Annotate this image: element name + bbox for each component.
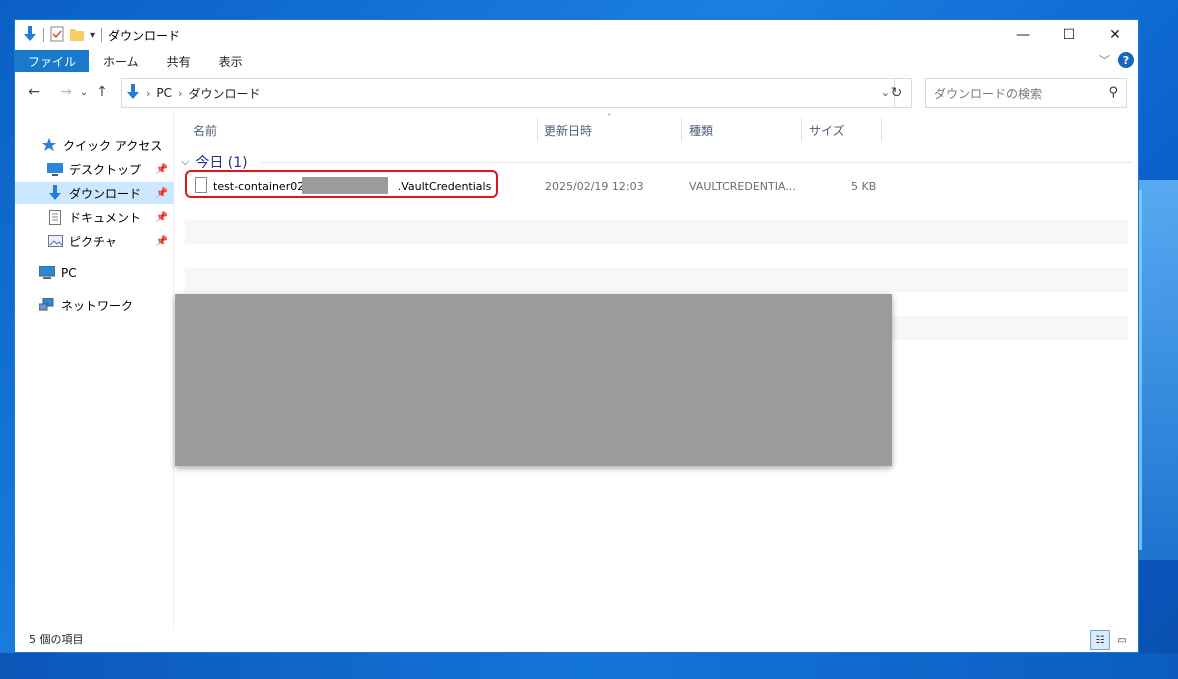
large-icons-view-icon: ▭ [1117, 634, 1127, 646]
new-folder-icon[interactable] [70, 27, 84, 44]
star-icon [41, 138, 57, 152]
help-button[interactable]: ? [1118, 52, 1134, 68]
pin-icon[interactable]: 📌 [156, 212, 168, 223]
explorer-window: ▾ ダウンロード — ☐ ✕ ファイル ホーム 共有 表示 ﹀ ? ← → ⌄ … [14, 19, 1139, 653]
main-content: クイック アクセス デスクトップ 📌 ダウンロード 📌 ドキュメント 📌 ピクチ… [15, 112, 1138, 628]
view-toggle-group: ☷ ▭ [1090, 630, 1132, 650]
expand-ribbon-chevron-icon[interactable]: ﹀ [1099, 52, 1110, 68]
column-header-date[interactable]: 更新日時 [544, 122, 592, 139]
window-title: ダウンロード [108, 28, 181, 43]
pc-icon [39, 266, 55, 280]
highlight-annotation [185, 170, 498, 198]
breadcrumb-chevron-icon[interactable]: › [178, 87, 182, 100]
desktop-taskbar-edge [0, 653, 1178, 679]
desktop-icon [47, 162, 63, 176]
properties-icon[interactable] [50, 26, 64, 45]
column-header-size[interactable]: サイズ [809, 122, 845, 139]
details-view-button[interactable]: ☷ [1090, 630, 1110, 650]
collapse-chevron-icon[interactable]: ⌵ [181, 155, 189, 169]
breadcrumb-downloads[interactable]: ダウンロード [188, 85, 260, 102]
sidebar-item-desktop[interactable]: デスクトップ 📌 [15, 158, 174, 180]
sidebar-item-label: ネットワーク [61, 298, 134, 313]
tab-share[interactable]: 共有 [153, 50, 205, 72]
column-divider[interactable] [537, 118, 538, 142]
tab-home[interactable]: ホーム [89, 50, 153, 72]
location-download-icon [126, 83, 140, 103]
network-icon [39, 298, 55, 312]
back-arrow-icon[interactable]: ← [23, 84, 45, 100]
sidebar-item-pictures[interactable]: ピクチャ 📌 [15, 230, 174, 252]
sidebar-item-label: ピクチャ [69, 234, 117, 249]
toolbar-separator [43, 28, 44, 42]
maximize-button[interactable]: ☐ [1046, 20, 1092, 50]
toolbar-separator [101, 28, 103, 42]
sidebar-item-downloads[interactable]: ダウンロード 📌 [15, 182, 174, 204]
refresh-button[interactable]: ↻ [882, 78, 912, 108]
pin-icon[interactable]: 📌 [156, 236, 168, 247]
sidebar-item-documents[interactable]: ドキュメント 📌 [15, 206, 174, 228]
file-size: 5 KB [851, 180, 877, 193]
tab-view[interactable]: 表示 [205, 50, 257, 72]
close-button[interactable]: ✕ [1092, 20, 1138, 50]
customize-toolbar-dropdown-icon[interactable]: ▾ [90, 30, 95, 41]
search-icon[interactable]: ⚲ [1108, 85, 1118, 100]
column-header-type[interactable]: 種類 [689, 122, 713, 139]
ribbon-right-controls: ﹀ ? [1099, 52, 1134, 68]
status-bar: 5 個の項目 ☷ ▭ [15, 626, 1138, 652]
column-divider[interactable] [881, 118, 882, 142]
sidebar-item-pc[interactable]: PC [15, 262, 174, 284]
sort-chevron-icon: ˇ [607, 114, 612, 124]
column-divider[interactable] [801, 118, 802, 142]
download-icon [47, 185, 63, 200]
refresh-icon: ↻ [890, 85, 903, 101]
sidebar-item-label: ダウンロード [69, 186, 142, 201]
sidebar-item-label: ドキュメント [69, 210, 142, 225]
window-controls: — ☐ ✕ [1000, 20, 1138, 50]
list-item[interactable] [185, 220, 1128, 244]
sidebar-item-label: クイック アクセス [63, 138, 163, 153]
file-row[interactable]: test-container02_ .VaultCredentials 2025/… [185, 170, 1128, 198]
title-bar: ▾ ダウンロード — ☐ ✕ [15, 20, 1138, 50]
navigation-bar: ← → ⌄ ↑ › PC › ダウンロード ⌄ ↻ ダウンロードの検索 ⚲ [15, 72, 1138, 112]
redaction-block [175, 294, 892, 466]
breadcrumb-chevron-icon[interactable]: › [146, 87, 150, 100]
tab-file[interactable]: ファイル [15, 50, 90, 72]
sidebar-item-network[interactable]: ネットワーク [15, 294, 174, 316]
column-header-name[interactable]: 名前 [193, 122, 217, 139]
group-header-today[interactable]: ⌵ 今日 (1) [181, 152, 248, 172]
recent-locations-chevron-icon[interactable]: ⌄ [77, 87, 91, 98]
address-bar[interactable]: › PC › ダウンロード ⌄ [121, 78, 895, 108]
document-icon [47, 209, 63, 225]
group-divider [261, 162, 1132, 163]
sidebar-item-quick-access[interactable]: クイック アクセス [15, 134, 174, 156]
file-type: VAULTCREDENTIA... [689, 180, 796, 193]
pin-icon[interactable]: 📌 [156, 188, 168, 199]
breadcrumb-pc[interactable]: PC [156, 86, 172, 100]
ribbon-tabs: ファイル ホーム 共有 表示 ﹀ ? [15, 50, 1138, 72]
minimize-button[interactable]: — [1000, 20, 1046, 50]
column-divider[interactable] [681, 118, 682, 142]
details-view-icon: ☷ [1095, 634, 1105, 646]
quick-access-toolbar: ▾ [15, 20, 103, 50]
file-date: 2025/02/19 12:03 [545, 180, 644, 193]
download-folder-icon [23, 25, 37, 45]
group-label: 今日 (1) [195, 155, 248, 171]
list-item[interactable] [185, 268, 1128, 292]
up-arrow-icon[interactable]: ↑ [91, 84, 113, 100]
sidebar-item-label: デスクトップ [69, 162, 142, 177]
search-placeholder: ダウンロードの検索 [934, 86, 1043, 101]
large-icons-view-button[interactable]: ▭ [1112, 630, 1132, 650]
sidebar-item-label: PC [61, 266, 77, 280]
navigation-pane: クイック アクセス デスクトップ 📌 ダウンロード 📌 ドキュメント 📌 ピクチ… [15, 112, 174, 628]
forward-arrow-icon[interactable]: → [55, 84, 77, 100]
pin-icon[interactable]: 📌 [156, 164, 168, 175]
desktop-glow [1138, 180, 1178, 560]
item-count: 5 個の項目 [29, 633, 84, 646]
search-input[interactable]: ダウンロードの検索 ⚲ [925, 78, 1127, 108]
pictures-icon [47, 234, 63, 248]
